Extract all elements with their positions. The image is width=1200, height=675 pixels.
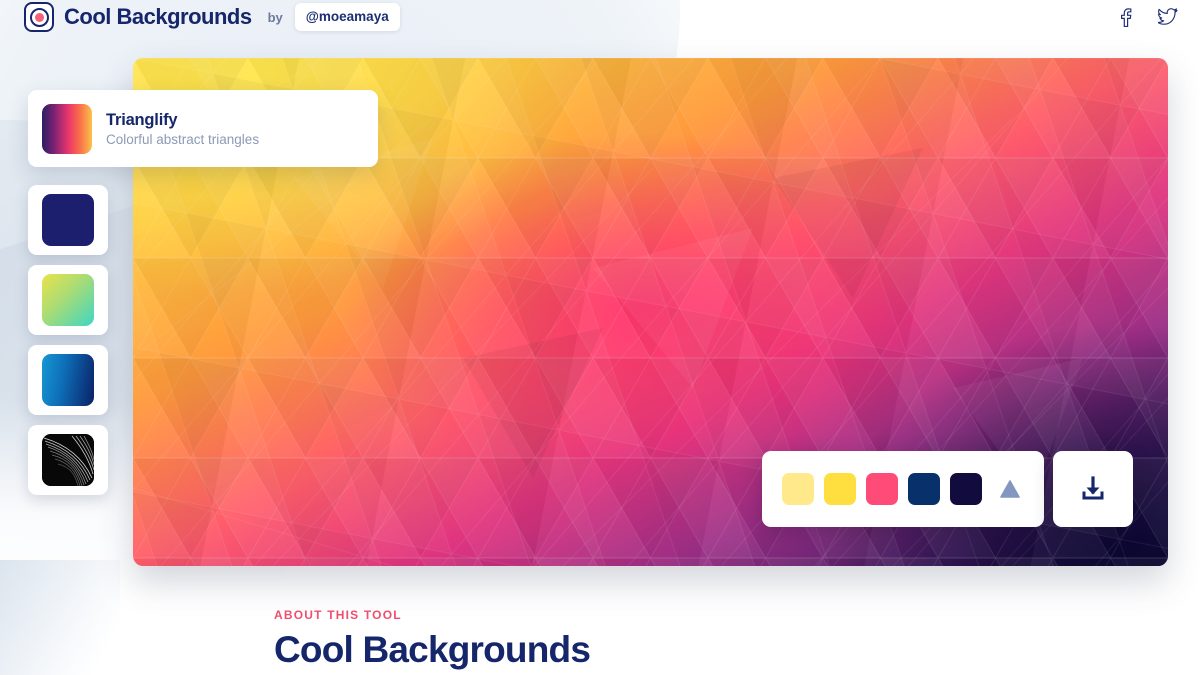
active-style-card[interactable]: Trianglify Colorful abstract triangles [28, 90, 378, 167]
sidebar-thumb-limeteal[interactable] [28, 265, 108, 335]
brand-name: Cool Backgrounds [64, 4, 252, 29]
color-swatch-2[interactable] [824, 473, 856, 505]
social-links [1117, 7, 1178, 27]
app-root: Cool Backgrounds by @moeamaya Trianglify… [0, 0, 1200, 675]
active-style-text: Trianglify Colorful abstract triangles [106, 111, 259, 147]
sidebar-thumb-limeteal-swatch [42, 274, 94, 326]
sidebar-thumb-navy-swatch [42, 194, 94, 246]
record-circle-icon [24, 2, 54, 32]
sidebar-thumb-wave-swatch [42, 434, 94, 486]
author-handle-badge[interactable]: @moeamaya [294, 3, 400, 31]
color-swatch-4[interactable] [908, 473, 940, 505]
color-swatch-3[interactable] [866, 473, 898, 505]
color-swatch-5[interactable] [950, 473, 982, 505]
color-palette-bar [762, 451, 1044, 527]
about-kicker: ABOUT THIS TOOL [274, 608, 402, 622]
logo-dot [34, 12, 44, 22]
download-button[interactable] [1053, 451, 1133, 527]
active-style-title: Trianglify [106, 110, 178, 129]
app-header: Cool Backgrounds by @moeamaya [0, 0, 1200, 34]
sidebar-thumb-bluenavy-swatch [42, 354, 94, 406]
color-swatch-1[interactable] [782, 473, 814, 505]
brand[interactable]: Cool Backgrounds by @moeamaya [24, 2, 400, 32]
logo-ring [29, 7, 49, 27]
active-style-subtitle: Colorful abstract triangles [106, 131, 260, 147]
facebook-icon[interactable] [1117, 7, 1134, 27]
twitter-icon[interactable] [1158, 8, 1178, 26]
editor-toolbar [762, 451, 1133, 527]
about-section: ABOUT THIS TOOL Cool Backgrounds [274, 608, 591, 670]
sidebar-thumb-wave[interactable] [28, 425, 108, 495]
style-sidebar [28, 185, 108, 495]
active-style-thumbnail [42, 103, 92, 154]
background-corner-shape [0, 560, 120, 675]
sidebar-thumb-navy[interactable] [28, 185, 108, 255]
about-title: Cool Backgrounds [274, 629, 591, 670]
triangle-icon[interactable] [996, 475, 1024, 503]
sidebar-thumb-bluenavy[interactable] [28, 345, 108, 415]
brand-by-label: by [267, 9, 283, 25]
